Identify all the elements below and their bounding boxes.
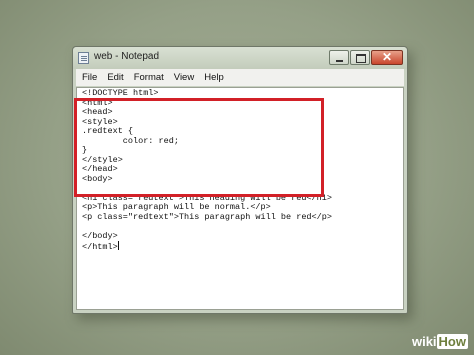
window-controls: ✕ — [329, 50, 403, 66]
menu-view[interactable]: View — [174, 72, 194, 83]
code-line: <p>This paragraph will be normal.</p> — [82, 202, 271, 212]
maximize-button[interactable] — [350, 50, 370, 65]
close-icon: ✕ — [381, 50, 393, 64]
text-cursor — [117, 241, 119, 250]
maximize-icon — [356, 54, 366, 63]
minimize-icon — [336, 60, 343, 62]
menu-help[interactable]: Help — [204, 72, 224, 83]
watermark-how: How — [436, 334, 468, 349]
code-line: <!DOCTYPE html> — [82, 88, 159, 98]
code-line: </body> — [82, 230, 118, 241]
window-title: web - Notepad — [94, 51, 160, 62]
menu-bar: File Edit Format View Help — [76, 69, 404, 86]
title-bar[interactable]: web - Notepad ✕ — [73, 47, 407, 69]
menu-format[interactable]: Format — [134, 72, 164, 83]
highlight-box — [74, 98, 324, 197]
minimize-button[interactable] — [329, 50, 349, 65]
watermark-wiki: wiki — [411, 334, 437, 349]
wikihow-watermark: wiki How — [412, 334, 468, 349]
code-line: </html> — [82, 242, 118, 252]
notepad-app-icon[interactable] — [78, 52, 89, 64]
code-line: <p class="redtext">This paragraph will b… — [82, 211, 332, 222]
close-button[interactable]: ✕ — [371, 50, 403, 65]
menu-edit[interactable]: Edit — [107, 72, 123, 83]
menu-file[interactable]: File — [82, 72, 97, 83]
